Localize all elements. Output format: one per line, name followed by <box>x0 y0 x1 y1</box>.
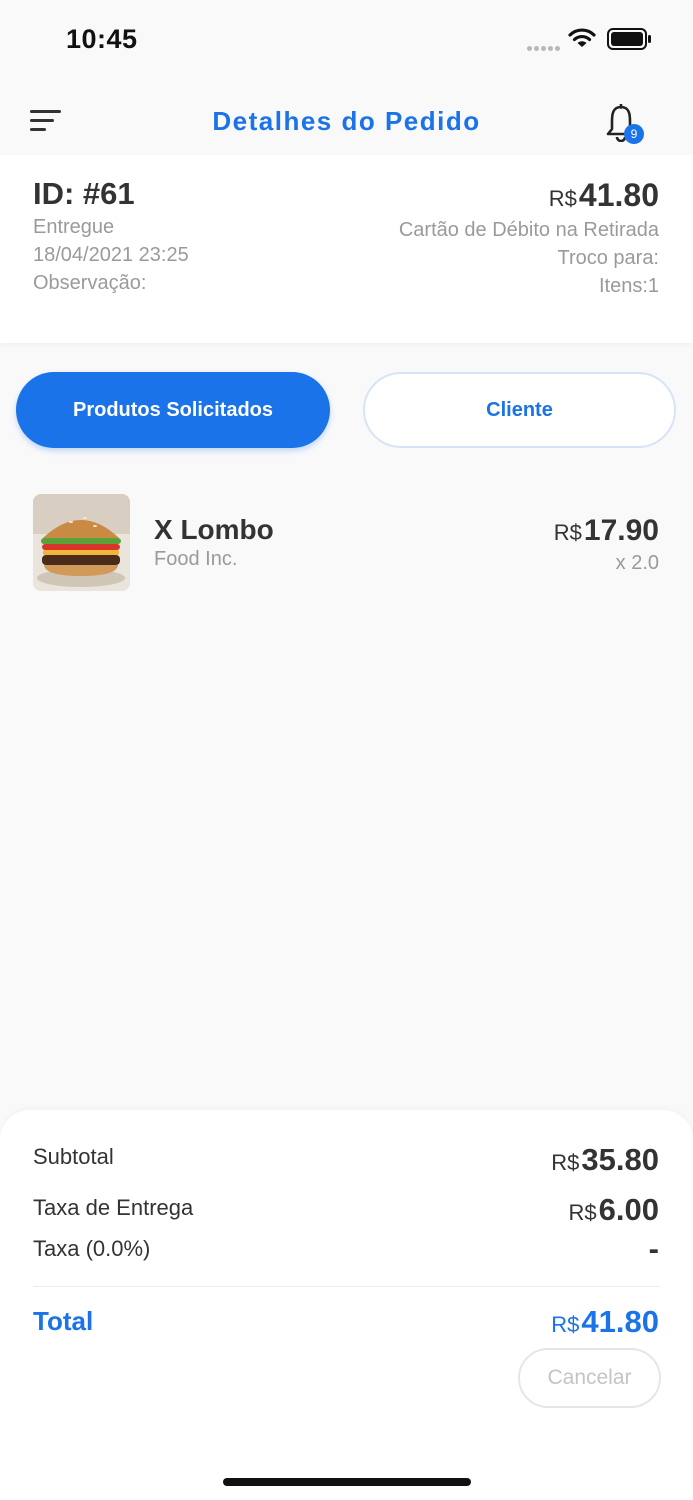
currency-symbol: R$ <box>551 1312 580 1337</box>
notifications-button[interactable]: 9 <box>604 104 644 144</box>
currency-symbol: R$ <box>551 1150 580 1175</box>
product-price-value: 17.90 <box>583 514 659 547</box>
cancel-button[interactable]: Cancelar <box>518 1348 661 1408</box>
delivery-fee-label: Taxa de Entrega <box>33 1195 194 1220</box>
order-date: 18/04/2021 23:25 <box>33 244 189 266</box>
product-store: Food Inc. <box>154 548 238 570</box>
app-header: Detalhes do Pedido 9 <box>0 80 693 154</box>
status-bar: 10:45 <box>0 0 693 80</box>
tab-produtos-solicitados[interactable]: Produtos Solicitados <box>16 372 330 448</box>
tax-label: Taxa (0.0%) <box>33 1236 151 1261</box>
cellular-signal-icon <box>527 38 562 56</box>
product-price: R$17.90 <box>554 514 659 548</box>
order-summary-card: ID: #61 Entregue 18/04/2021 23:25 Observ… <box>0 155 693 343</box>
status-time: 10:45 <box>66 24 138 54</box>
order-totals-panel: Subtotal R$35.80 Taxa de Entrega R$6.00 … <box>0 1110 693 1500</box>
delivery-fee-amount: 6.00 <box>598 1192 659 1227</box>
currency-symbol: R$ <box>548 186 577 211</box>
items-count: Itens:1 <box>598 275 659 297</box>
currency-symbol: R$ <box>553 520 582 545</box>
product-name: X Lombo <box>154 514 274 545</box>
wifi-icon <box>568 28 596 47</box>
product-image <box>33 494 130 591</box>
total-value: R$41.80 <box>551 1304 659 1340</box>
order-id: ID: #61 <box>33 176 135 211</box>
tax-value: - <box>648 1231 659 1266</box>
tab-cliente[interactable]: Cliente <box>363 372 676 448</box>
product-quantity: x 2.0 <box>615 552 659 574</box>
order-status: Entregue <box>33 216 115 238</box>
subtotal-amount: 35.80 <box>581 1142 659 1177</box>
payment-method: Cartão de Débito na Retirada <box>398 219 659 241</box>
notification-badge: 9 <box>624 124 644 144</box>
total-label: Total <box>33 1306 94 1336</box>
page-title: Detalhes do Pedido <box>212 106 481 136</box>
battery-icon <box>607 28 651 50</box>
divider <box>33 1286 660 1287</box>
order-total-value: 41.80 <box>578 177 659 213</box>
total-amount: 41.80 <box>581 1304 659 1339</box>
currency-symbol: R$ <box>568 1200 597 1225</box>
order-total: R$41.80 <box>549 177 659 214</box>
subtotal-label: Subtotal <box>33 1144 114 1169</box>
order-note-label: Observação: <box>33 272 147 294</box>
home-indicator[interactable] <box>223 1478 471 1486</box>
subtotal-value: R$35.80 <box>551 1142 659 1178</box>
change-label: Troco para: <box>557 247 659 269</box>
list-item[interactable]: X Lombo Food Inc. R$17.90 x 2.0 <box>0 490 693 595</box>
delivery-fee-value: R$6.00 <box>569 1192 659 1228</box>
